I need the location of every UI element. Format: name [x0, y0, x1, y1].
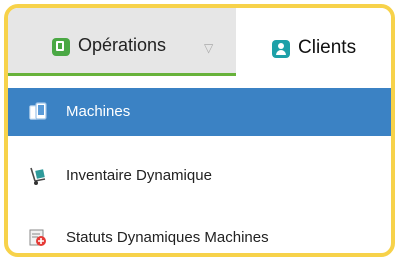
devices-icon: [29, 102, 47, 120]
tab-clients-label: Clients: [298, 37, 357, 58]
menu-item-label: Statuts Dynamiques Machines: [66, 229, 269, 246]
menu-item-machines[interactable]: Machines: [8, 88, 391, 136]
chevron-down-icon[interactable]: ▽: [204, 41, 213, 55]
menu-item-inventaire-dynamique[interactable]: Inventaire Dynamique: [8, 152, 391, 200]
hand-truck-icon: [30, 167, 46, 185]
clipboard-icon: [52, 38, 70, 56]
tab-operations[interactable]: Opérations ▽: [8, 8, 236, 76]
menu-item-label: Machines: [66, 103, 131, 120]
menu-panel: Opérations ▽ Clients Machines Inventaire…: [4, 4, 395, 257]
tab-bar: Opérations ▽ Clients: [8, 8, 391, 76]
tab-clients[interactable]: Clients: [236, 8, 391, 76]
menu-item-statuts-dynamiques-machines[interactable]: Statuts Dynamiques Machines: [8, 214, 391, 253]
status-report-icon: [29, 229, 46, 246]
user-icon: [272, 40, 290, 58]
tab-operations-label: Opérations: [78, 35, 167, 55]
menu-item-label: Inventaire Dynamique: [66, 167, 212, 184]
